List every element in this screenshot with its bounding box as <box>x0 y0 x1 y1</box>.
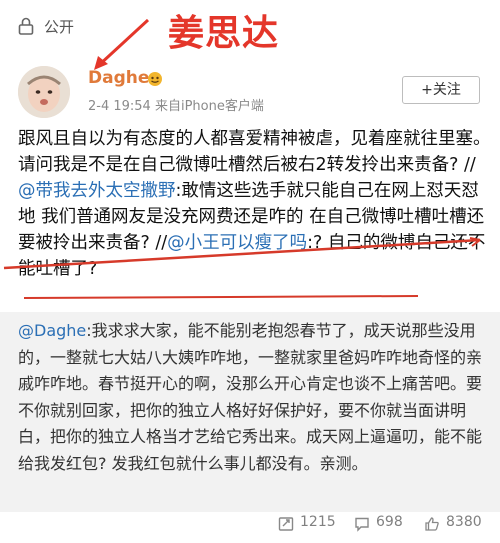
follow-button[interactable]: +关注 <box>402 76 480 104</box>
repost-text: @Daghe:我求求大家，能不能别老抱怨春节了，成天说那些没用的，一整就七大姑八… <box>18 321 483 473</box>
post-text: 跟风且自以为有态度的人都喜爱精神被虐，见着座就往里塞。请问我是不是在自己微博吐槽… <box>18 129 491 279</box>
top-bar: 公开 姜思达 <box>0 0 500 54</box>
baby-avatar-icon <box>18 66 70 118</box>
avatar[interactable] <box>18 66 70 118</box>
repost-icon <box>278 517 294 531</box>
mention-link[interactable]: @小王可以瘦了吗 <box>167 233 307 253</box>
author-name[interactable]: Daghe <box>88 68 149 88</box>
comment-button[interactable]: 698 <box>354 514 414 534</box>
repost-count: 1215 <box>300 514 336 530</box>
thumbs-up-icon <box>425 517 439 531</box>
like-count: 8380 <box>446 514 482 530</box>
vip-badge-icon <box>148 72 162 86</box>
lock-icon <box>18 17 34 35</box>
visibility-label: 公开 <box>44 18 75 36</box>
like-button[interactable]: 8380 <box>424 514 494 534</box>
annotation-name: 姜思达 <box>168 12 280 54</box>
mention-link[interactable]: @带我去外太空撒野 <box>18 181 176 201</box>
comment-count: 698 <box>376 514 403 530</box>
repost-button[interactable]: 1215 <box>278 514 338 534</box>
comment-icon <box>355 517 369 532</box>
post-meta: 2-4 19:54 来自iPhone客户端 <box>88 99 264 114</box>
mention-link[interactable]: @Daghe <box>18 321 86 340</box>
